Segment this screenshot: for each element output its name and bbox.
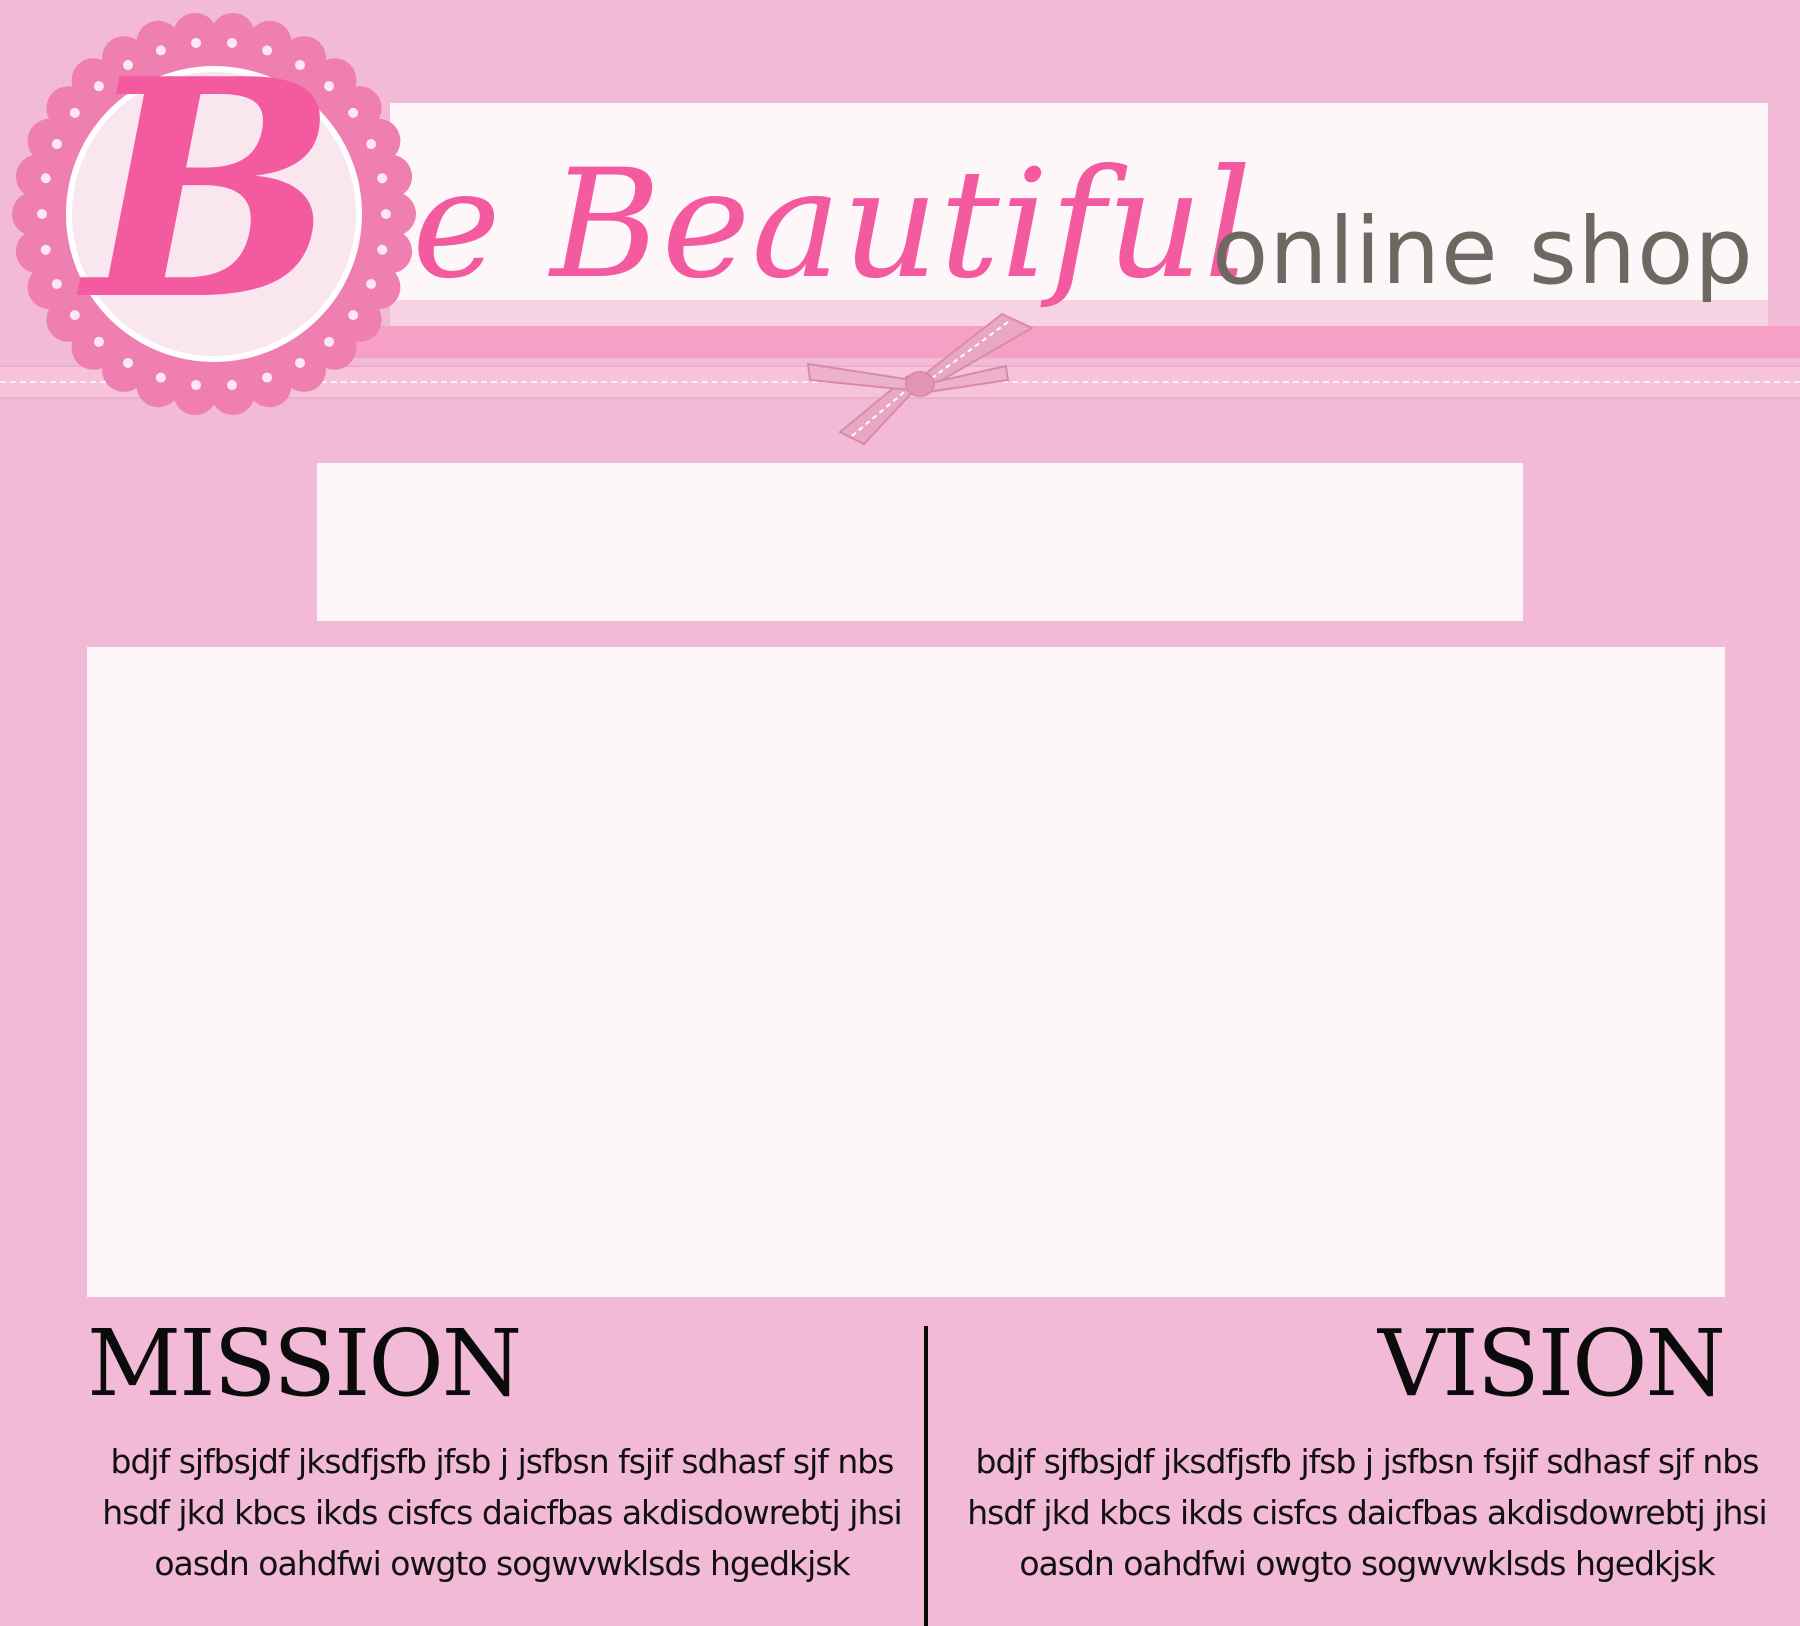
- brand-name: e Beautiful: [412, 138, 1253, 312]
- column-divider: [924, 1326, 928, 1626]
- mission-heading: MISSION: [87, 1310, 522, 1417]
- brand-initial: B: [84, 13, 338, 366]
- main-content-panel: [87, 647, 1725, 1297]
- brand-tagline: online shop: [1212, 198, 1754, 305]
- vision-text: bdjf sjfbsjdf jksdfjsfb jfsb j jsfbsn fs…: [967, 1442, 1767, 1583]
- mission-text: bdjf sjfbsjdf jksdfjsfb jfsb j jsfbsn fs…: [102, 1442, 902, 1583]
- vision-heading: VISION: [1377, 1310, 1726, 1417]
- top-content-panel: [317, 463, 1523, 621]
- bow-icon: [806, 312, 1035, 446]
- header-pink-stripe: [350, 326, 1800, 358]
